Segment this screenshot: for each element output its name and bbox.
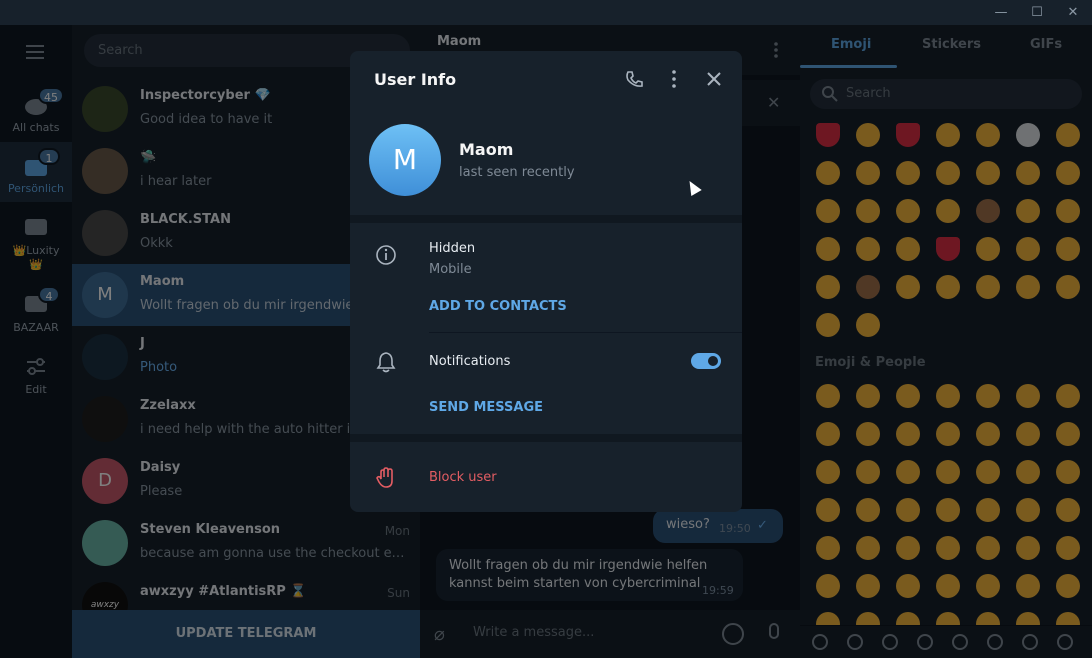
info-icon [375,244,397,270]
dialog-title: User Info [374,70,457,89]
divider [429,332,742,333]
user-info-dialog: User Info M Maom last seen recently Hidd… [350,51,742,512]
profile-status: last seen recently [459,165,575,180]
close-window-button[interactable]: ✕ [1055,0,1091,25]
block-hand-icon [376,467,396,493]
phone-label: Mobile [429,262,472,277]
bell-icon [376,351,396,377]
profile-avatar[interactable]: M [369,124,441,196]
notifications-toggle[interactable] [691,353,721,369]
maximize-button[interactable]: ☐ [1019,0,1055,25]
block-user-button[interactable]: Block user [429,470,497,485]
section-divider [350,434,742,442]
phone-icon[interactable] [622,67,646,91]
toggle-knob [706,354,720,368]
title-bar: — ☐ ✕ [0,0,1092,25]
send-message-button[interactable]: SEND MESSAGE [429,400,543,415]
phone-value[interactable]: Hidden [429,241,475,256]
profile-name: Maom [459,140,514,159]
add-to-contacts-button[interactable]: ADD TO CONTACTS [429,299,567,314]
notifications-label: Notifications [429,354,511,369]
minimize-button[interactable]: — [983,0,1019,25]
close-icon[interactable] [702,67,726,91]
more-options-icon[interactable] [662,67,686,91]
section-divider [350,215,742,223]
